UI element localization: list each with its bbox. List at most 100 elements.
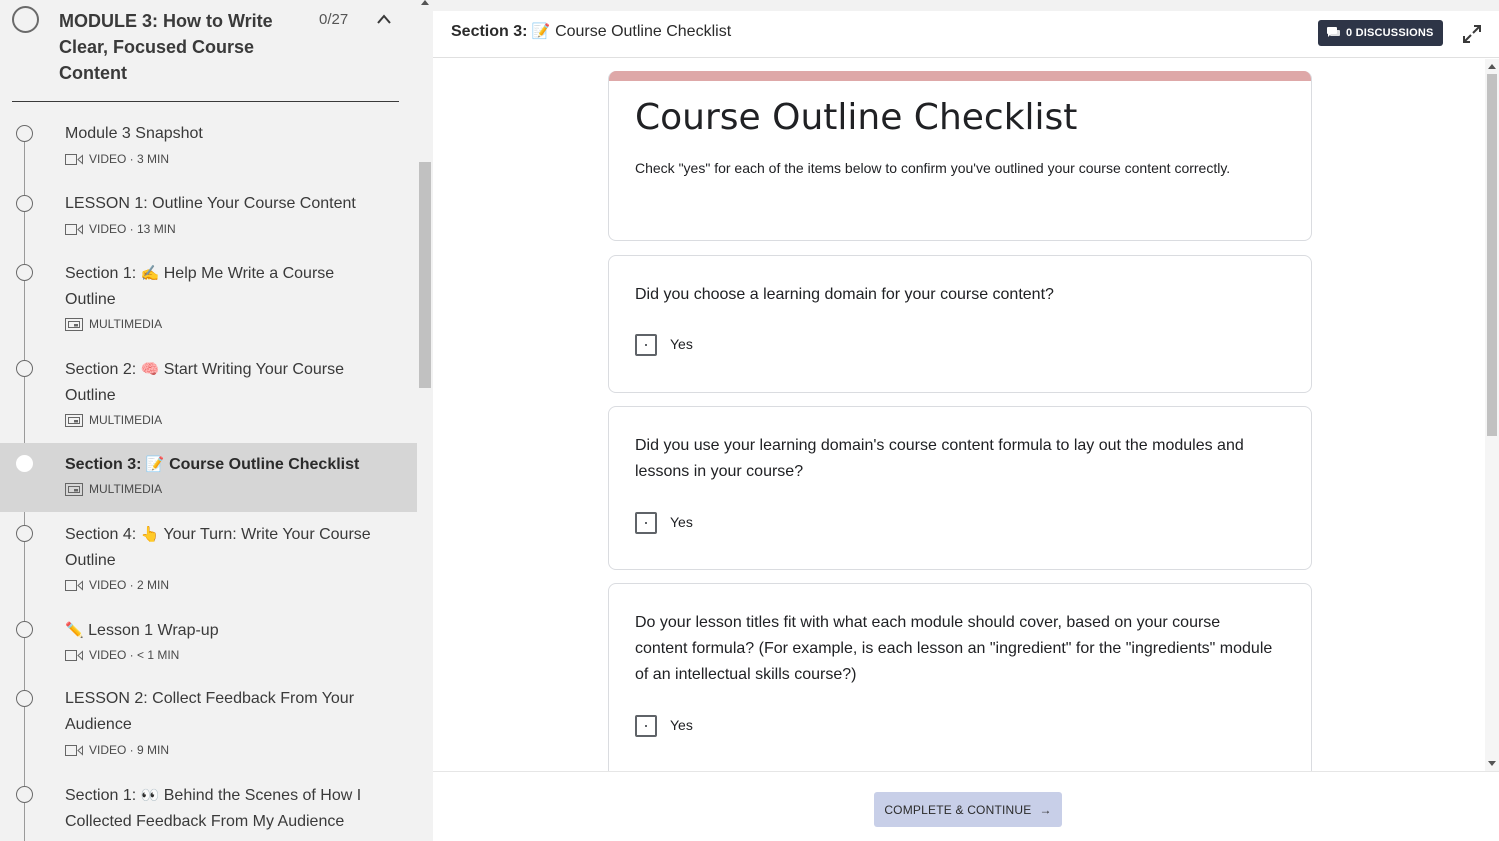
module-divider <box>12 101 399 102</box>
lesson-status-circle-icon <box>16 264 33 281</box>
lesson-item[interactable]: Module 3 Snapshot VIDEO · 3 MIN <box>0 114 417 172</box>
video-icon <box>65 744 83 756</box>
section-name: Course Outline Checklist <box>555 23 732 40</box>
lesson-meta: VIDEO · 13 MIN <box>65 222 176 236</box>
scroll-down-arrow-icon[interactable] <box>1488 761 1496 766</box>
lesson-title: Module 3 Snapshot <box>65 125 203 142</box>
discussions-button[interactable]: 0 DISCUSSIONS <box>1318 20 1443 46</box>
scroll-up-arrow-icon[interactable] <box>1488 64 1496 69</box>
lesson-meta: MULTIMEDIA <box>65 413 162 427</box>
module-title: MODULE 3: How to Write Clear, Focused Co… <box>59 11 273 83</box>
lesson-item[interactable]: Section 4: 👆 Your Turn: Write Your Cours… <box>0 514 417 604</box>
question-card: Did you choose a learning domain for you… <box>608 255 1312 393</box>
lesson-meta: VIDEO · 9 MIN <box>65 743 169 757</box>
lesson-status-circle-icon <box>16 621 33 638</box>
lesson-title: Section 1: 👀 Behind the Scenes of How I … <box>65 782 395 835</box>
discussions-label: 0 DISCUSSIONS <box>1346 27 1434 39</box>
lesson-meta: MULTIMEDIA <box>65 482 162 496</box>
topbar-spacer <box>433 0 1499 11</box>
lesson-status-circle-icon <box>16 690 33 707</box>
section-title: Section 3: 📝 Course Outline Checklist <box>451 22 731 41</box>
lesson-item[interactable]: Section 1: 👀 Behind the Scenes of How I … <box>0 775 417 841</box>
eyes-icon: 👀 <box>140 786 160 804</box>
section-prefix: Section 3: <box>451 23 528 40</box>
module-progress: 0/27 <box>319 11 349 28</box>
video-icon <box>65 579 83 591</box>
complete-label: COMPLETE & CONTINUE <box>884 802 1032 817</box>
lesson-title: LESSON 2: Collect Feedback From Your Aud… <box>65 690 355 733</box>
lesson-type: VIDEO · 13 MIN <box>89 222 176 236</box>
chevron-up-icon[interactable] <box>377 14 391 24</box>
lesson-item[interactable]: LESSON 2: Collect Feedback From Your Aud… <box>0 679 417 769</box>
footer-bar: COMPLETE & CONTINUE → <box>433 771 1499 841</box>
lesson-meta: VIDEO · 2 MIN <box>65 578 169 592</box>
video-icon <box>65 153 83 165</box>
expand-icon[interactable] <box>1462 24 1482 44</box>
lesson-name: Course Outline Checklist <box>169 456 360 473</box>
module-status-circle-icon <box>12 6 39 33</box>
content-scroll-thumb[interactable] <box>1487 74 1497 436</box>
lesson-item[interactable]: ✏️ Lesson 1 Wrap-up VIDEO · < 1 MIN <box>0 610 417 668</box>
lesson-prefix: Section 3: <box>65 456 142 473</box>
yes-checkbox[interactable] <box>635 715 657 737</box>
complete-continue-button[interactable]: COMPLETE & CONTINUE → <box>874 792 1062 827</box>
question-text: Did you choose a learning domain for you… <box>635 286 1054 303</box>
lesson-type: MULTIMEDIA <box>89 482 163 496</box>
memo-icon: 📝 <box>145 455 165 473</box>
multimedia-icon <box>65 317 83 331</box>
writing-hand-icon: ✍️ <box>140 264 160 282</box>
lesson-prefix: Section 4: <box>65 526 137 543</box>
pencil-icon: ✏️ <box>65 621 84 639</box>
lesson-item-active[interactable]: Section 3: 📝 Course Outline Checklist MU… <box>0 443 417 512</box>
lesson-prefix: Section 2: <box>65 361 137 378</box>
course-sidebar: MODULE 3: How to Write Clear, Focused Co… <box>0 0 433 841</box>
lesson-title: LESSON 1: Outline Your Course Content <box>65 195 356 212</box>
lesson-title: Section 1: ✍️ Help Me Write a Course Out… <box>65 260 385 313</box>
lesson-name: Lesson 1 Wrap-up <box>88 622 219 639</box>
lesson-type: VIDEO · 2 MIN <box>89 578 170 592</box>
lesson-meta: VIDEO · < 1 MIN <box>65 648 179 662</box>
checkbox-label[interactable]: Yes <box>670 514 693 530</box>
question-card: Do your lesson titles fit with what each… <box>608 583 1312 771</box>
multimedia-icon <box>65 482 83 496</box>
question-text: Do your lesson titles fit with what each… <box>635 614 1273 683</box>
form-content: Course Outline Checklist Check "yes" for… <box>433 59 1485 771</box>
yes-checkbox[interactable] <box>635 334 657 356</box>
lesson-meta: MULTIMEDIA <box>65 317 162 331</box>
sidebar-scroll-thumb[interactable] <box>419 162 431 388</box>
form-header-accent <box>609 71 1311 81</box>
lesson-type: MULTIMEDIA <box>89 413 163 427</box>
form-header-card: Course Outline Checklist Check "yes" for… <box>608 71 1312 241</box>
lesson-item[interactable]: Section 2: 🧠 Start Writing Your Course O… <box>0 349 417 439</box>
yes-checkbox[interactable] <box>635 512 657 534</box>
brain-icon: 🧠 <box>140 360 160 378</box>
main-panel: Section 3: 📝 Course Outline Checklist 0 … <box>433 0 1499 841</box>
checkbox-label[interactable]: Yes <box>670 717 693 733</box>
lesson-status-circle-icon <box>16 455 33 472</box>
lesson-title: Section 3: 📝 Course Outline Checklist <box>65 451 385 478</box>
question-text: Did you use your learning domain's cours… <box>635 437 1244 480</box>
lesson-title: ✏️ Lesson 1 Wrap-up <box>65 617 385 644</box>
lesson-status-circle-icon <box>16 360 33 377</box>
lesson-item[interactable]: Section 1: ✍️ Help Me Write a Course Out… <box>0 253 417 343</box>
scroll-up-arrow-icon[interactable] <box>421 0 429 5</box>
module-header[interactable]: MODULE 3: How to Write Clear, Focused Co… <box>0 0 417 102</box>
lesson-status-circle-icon <box>16 125 33 142</box>
video-icon <box>65 223 83 235</box>
checkbox-label[interactable]: Yes <box>670 336 693 352</box>
chat-icon <box>1327 27 1340 37</box>
lesson-status-circle-icon <box>16 195 33 212</box>
lesson-status-circle-icon <box>16 525 33 542</box>
lesson-item[interactable]: LESSON 1: Outline Your Course Content VI… <box>0 184 417 242</box>
lesson-meta: VIDEO · 3 MIN <box>65 152 169 166</box>
multimedia-icon <box>65 413 83 427</box>
content-header: Section 3: 📝 Course Outline Checklist 0 … <box>433 11 1499 58</box>
form-title: Course Outline Checklist <box>635 97 1078 138</box>
lesson-type: VIDEO · < 1 MIN <box>89 648 180 662</box>
sidebar-scrollbar[interactable] <box>417 0 433 841</box>
arrow-right-icon: → <box>1039 802 1052 817</box>
lesson-prefix: Section 1: <box>65 265 137 282</box>
video-icon <box>65 649 83 661</box>
lesson-type: MULTIMEDIA <box>89 317 163 331</box>
lesson-title: Section 4: 👆 Your Turn: Write Your Cours… <box>65 521 385 574</box>
